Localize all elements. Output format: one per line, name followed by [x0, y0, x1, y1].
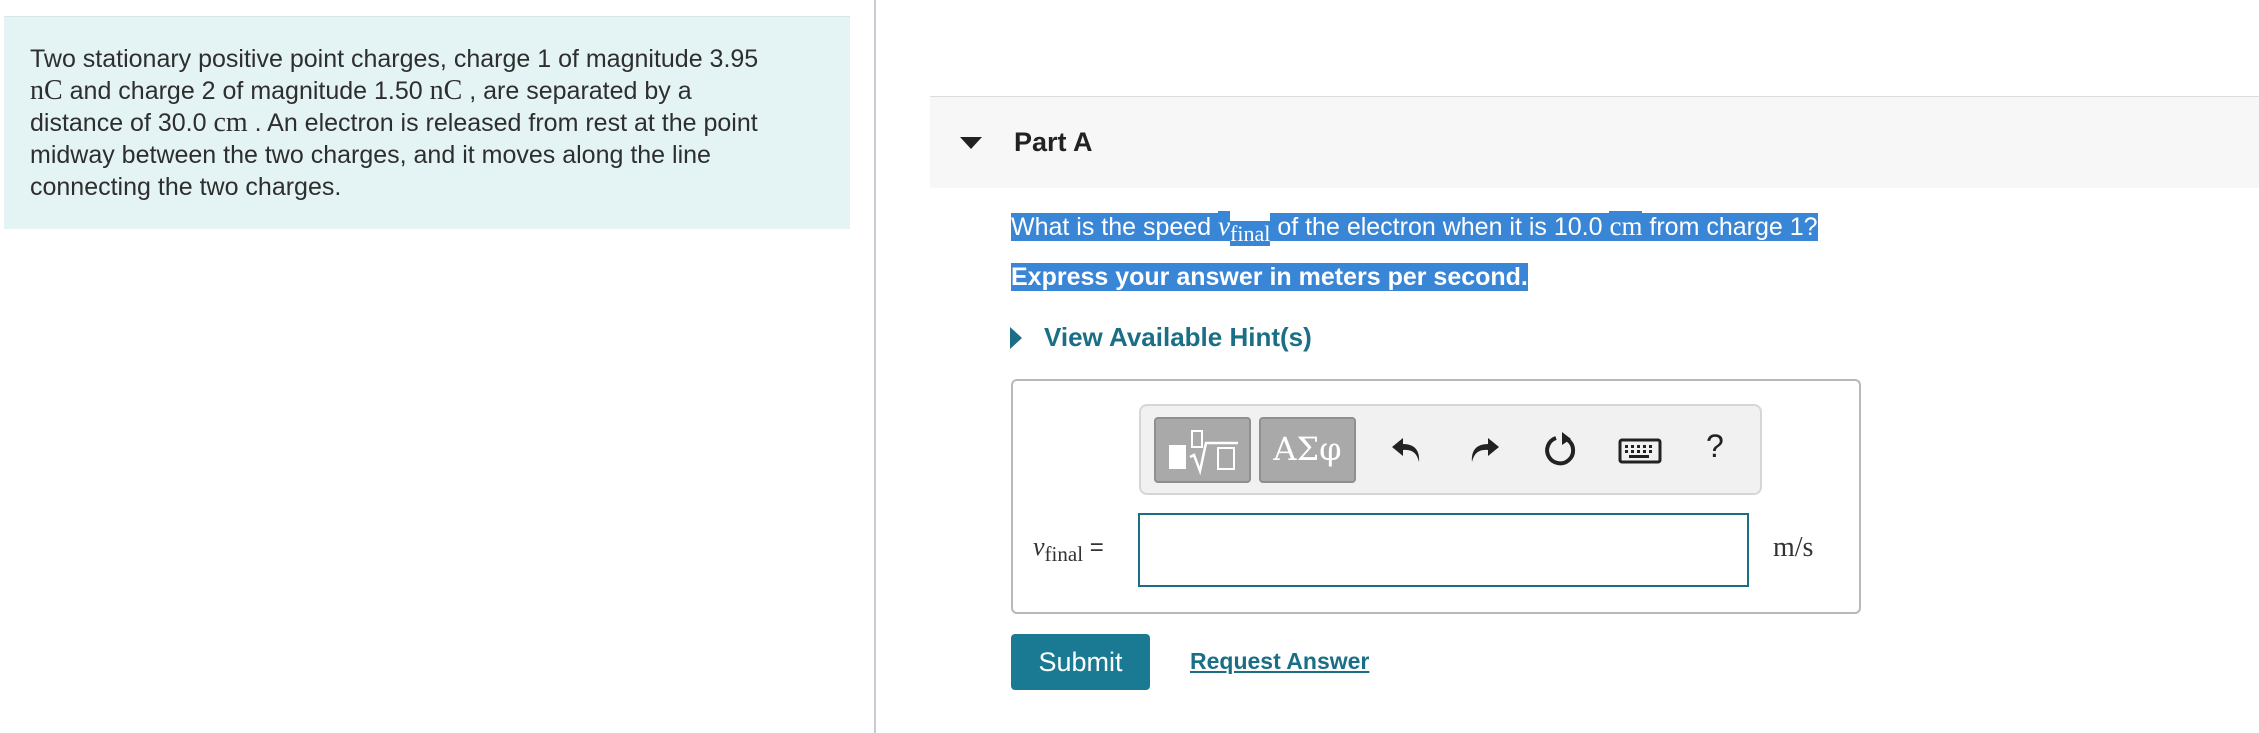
- submit-button[interactable]: Submit: [1011, 634, 1150, 690]
- problem-text: midway between the two charges, and it m…: [30, 141, 711, 169]
- var-v: v: [1218, 211, 1231, 241]
- equals-sign: =: [1083, 534, 1104, 561]
- problem-statement: Two stationary positive point charges, c…: [4, 16, 850, 229]
- view-hints-link[interactable]: View Available Hint(s): [1010, 322, 1312, 353]
- instruction-text: Express your answer in meters per second…: [1011, 263, 1528, 291]
- reset-icon[interactable]: [1538, 428, 1582, 472]
- help-button[interactable]: ?: [1706, 428, 1724, 465]
- unit-cm: cm: [213, 107, 248, 138]
- var-sub: final: [1230, 221, 1271, 246]
- problem-line-2: nC and charge 2 of magnitude 1.50 nC , a…: [30, 75, 824, 107]
- problem-line-1: Two stationary positive point charges, c…: [30, 43, 824, 75]
- greek-symbols-button[interactable]: ΑΣφ: [1259, 417, 1356, 483]
- problem-text: . An electron is released from rest at t…: [247, 109, 758, 137]
- part-title: Part A: [1014, 127, 1093, 157]
- redo-icon[interactable]: [1461, 428, 1505, 472]
- question-text: What is the speed vfinal of the electron…: [1011, 208, 1818, 252]
- unit-nc: nC: [30, 75, 63, 106]
- collapse-caret-icon[interactable]: [960, 137, 982, 149]
- unit-cm: cm: [1609, 211, 1643, 241]
- question-segment: from charge 1?: [1642, 213, 1818, 241]
- problem-text: Two stationary positive point charges, c…: [30, 45, 759, 73]
- keyboard-icon[interactable]: [1616, 428, 1664, 472]
- var-sub: final: [1044, 541, 1084, 566]
- answer-instruction: Express your answer in meters per second…: [1011, 260, 1528, 294]
- problem-pane: Two stationary positive point charges, c…: [0, 0, 876, 733]
- math-toolbar: ΑΣφ ?: [1139, 404, 1762, 495]
- answer-box: ΑΣφ ? vfinal = m/s: [1011, 379, 1861, 614]
- hint-label: View Available Hint(s): [1044, 322, 1312, 352]
- problem-text: connecting the two charges.: [30, 173, 342, 201]
- expand-caret-icon: [1010, 327, 1022, 349]
- templates-icon: [1169, 430, 1238, 476]
- part-header[interactable]: Part A: [930, 96, 2259, 188]
- question-segment: of the electron when it is 10.0: [1270, 213, 1610, 241]
- unit-nc: nC: [429, 75, 463, 106]
- undo-icon[interactable]: [1386, 428, 1430, 472]
- problem-line-3: distance of 30.0 cm . An electron is rel…: [30, 107, 824, 139]
- problem-text: , are separated by a: [462, 77, 692, 105]
- answer-unit: m/s: [1773, 532, 1814, 563]
- answer-variable-label: vfinal =: [1033, 532, 1104, 567]
- var-v: v: [1033, 532, 1045, 561]
- problem-line-4: midway between the two charges, and it m…: [30, 139, 824, 171]
- answer-input[interactable]: [1138, 513, 1749, 587]
- request-answer-link[interactable]: Request Answer: [1190, 648, 1369, 675]
- templates-button[interactable]: [1154, 417, 1251, 483]
- problem-text: distance of 30.0: [30, 109, 214, 137]
- problem-text: and charge 2 of magnitude 1.50: [62, 77, 430, 105]
- problem-line-5: connecting the two charges.: [30, 171, 824, 203]
- question-segment: What is the speed: [1011, 213, 1219, 241]
